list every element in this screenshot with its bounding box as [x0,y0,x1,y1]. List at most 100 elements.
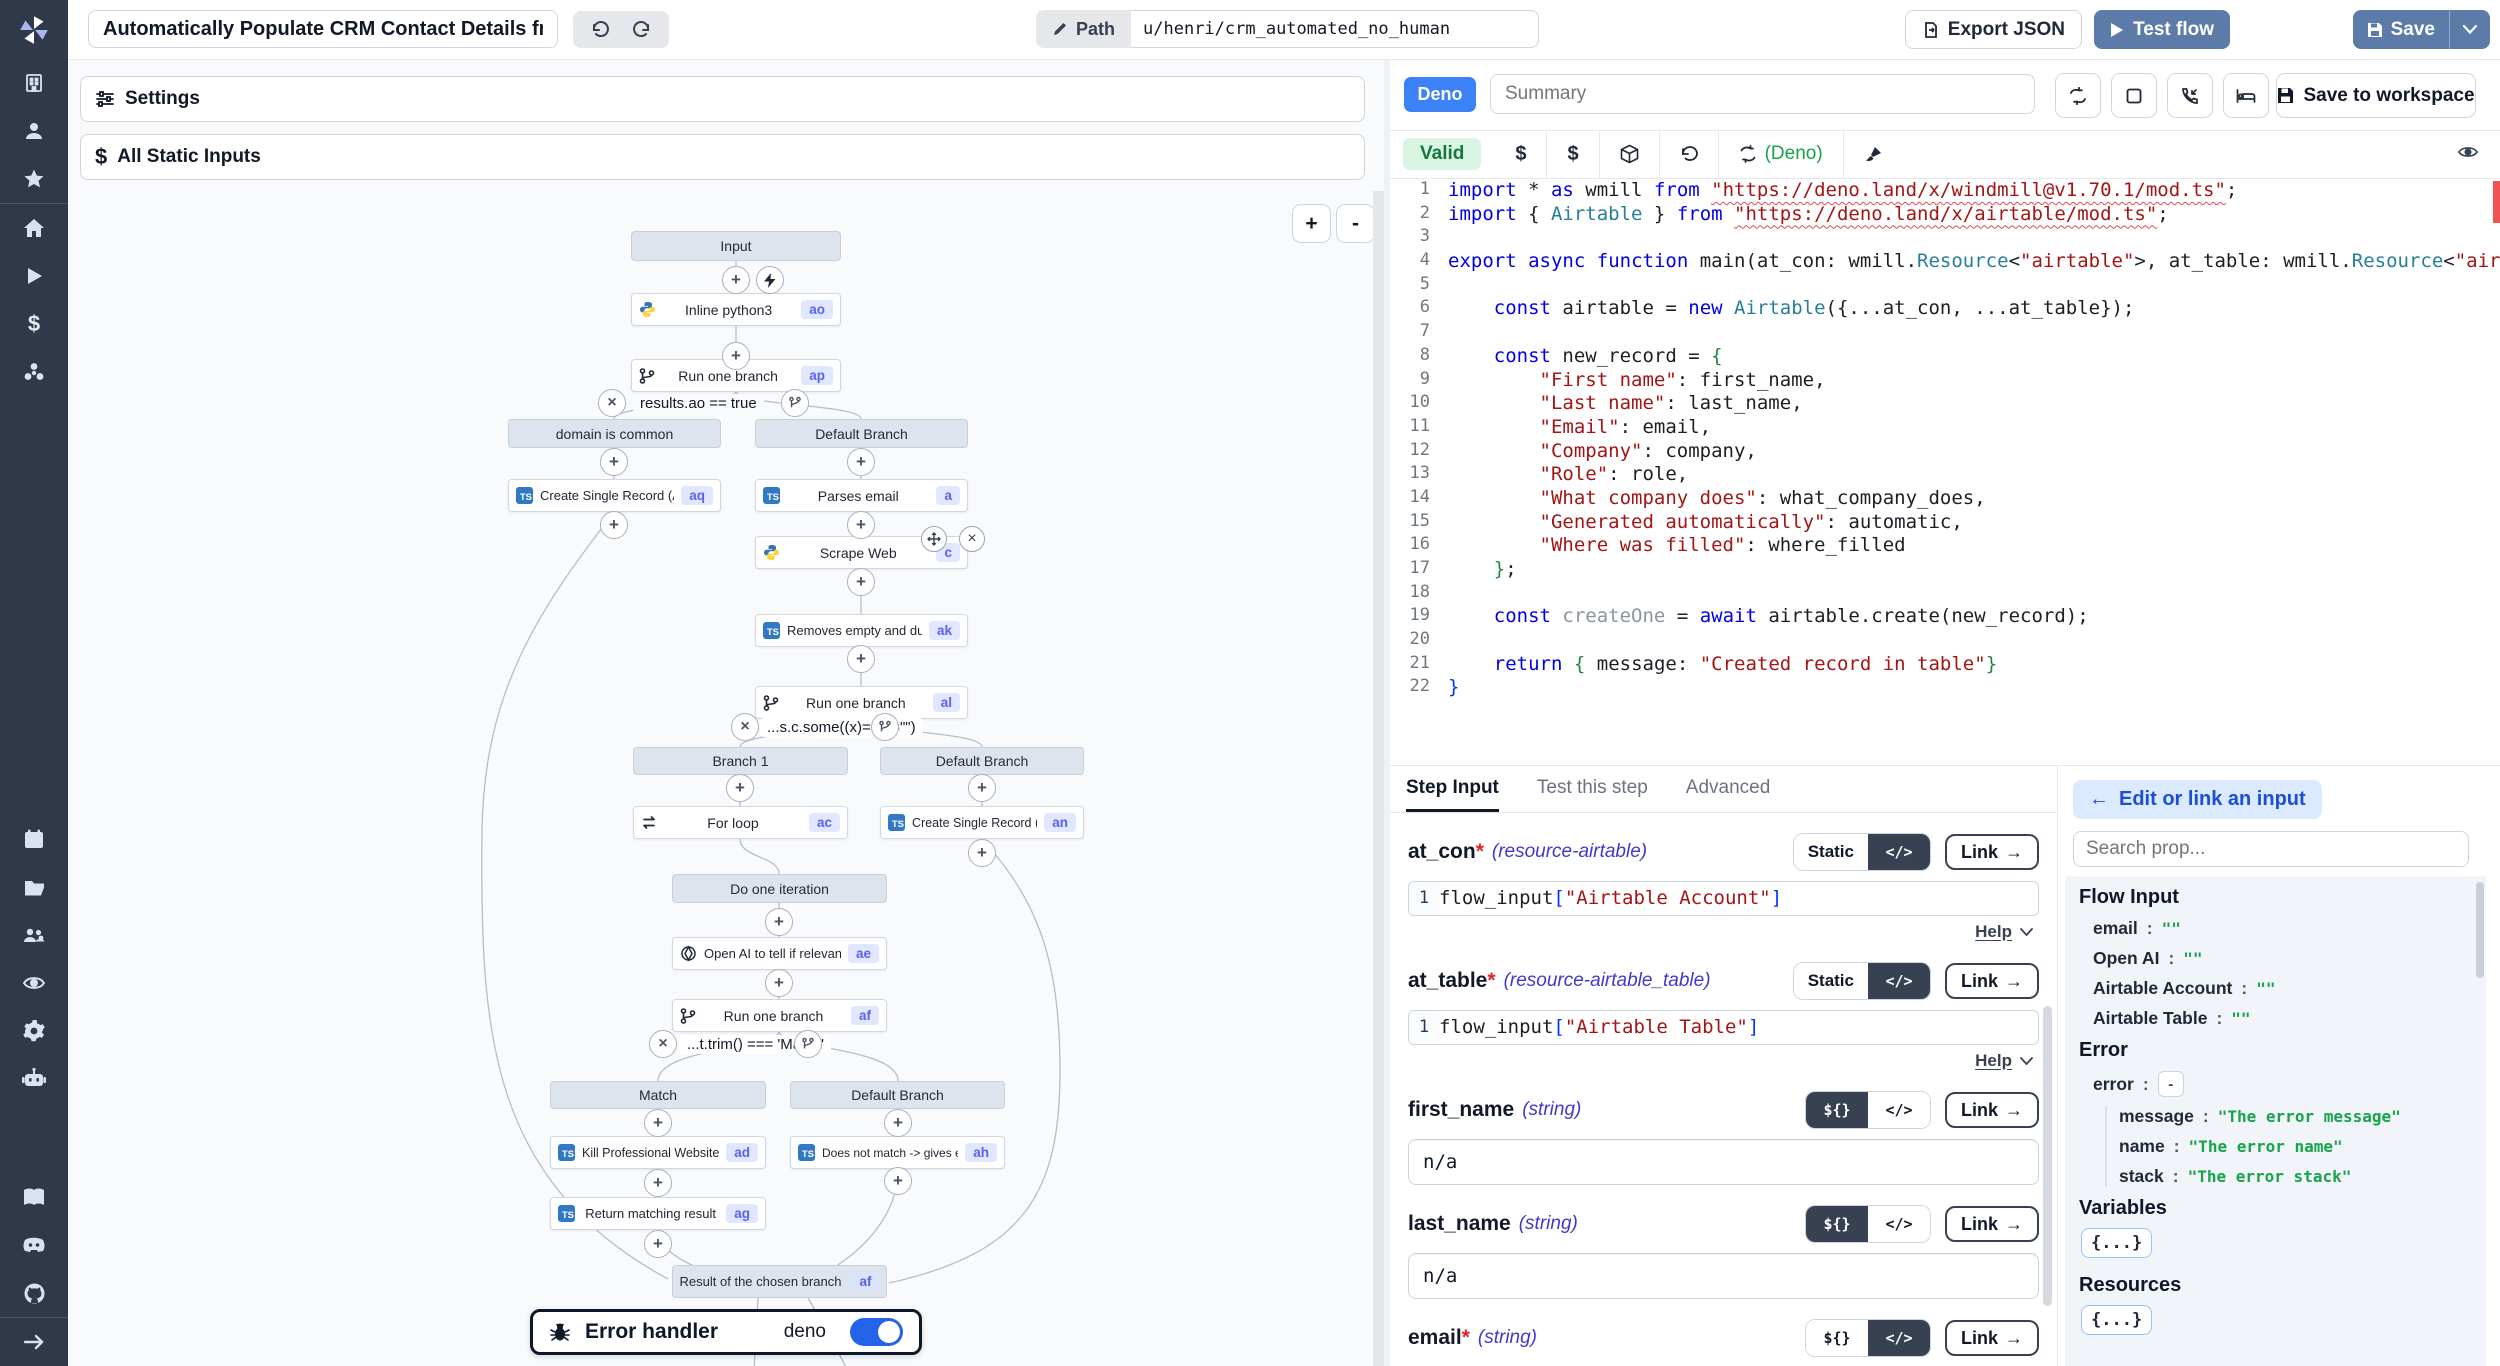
user-icon[interactable] [0,107,68,155]
node-kill-professional-websites[interactable]: TS Kill Professional Websites mentions a… [550,1136,766,1169]
language-badge[interactable]: Deno [1404,77,1476,112]
branch-header-match[interactable]: Match [550,1081,766,1109]
add-step-button[interactable]: + [884,1167,912,1195]
node-create-single-record-aq[interactable]: TS Create Single Record (Airtable) aq [508,479,721,512]
error-handler-toggle[interactable] [850,1318,903,1346]
prop-key[interactable]: Airtable Table [2093,1008,2207,1029]
prop-key[interactable]: name [2119,1136,2165,1157]
variables-object-button[interactable]: {...} [2081,1228,2152,1258]
workspace-icon[interactable] [0,59,68,107]
expr-editor-at-table[interactable]: 1flow_input["Airtable Table"] [1408,1010,2039,1045]
link-input-button[interactable]: Link→ [1945,1320,2039,1356]
undo-icon[interactable] [590,21,610,39]
value-input-first-name[interactable]: n/a [1408,1139,2039,1185]
package-cube-icon[interactable] [1599,130,1659,178]
chevron-down-icon[interactable] [2020,1057,2033,1065]
value-input-last-name[interactable]: n/a [1408,1253,2039,1299]
canvas-scrollbar[interactable] [1373,191,1384,1366]
runs-play-icon[interactable] [0,252,68,300]
flow-settings-bar[interactable]: Settings [80,76,1365,122]
zoom-in-button[interactable]: + [1292,204,1331,243]
template-mode-button[interactable]: ${} [1806,1320,1868,1356]
branch-header-domain-is-common[interactable]: domain is common [508,419,721,448]
groups-users-icon[interactable] [0,911,68,959]
discord-icon[interactable] [0,1221,68,1269]
add-step-button[interactable]: + [765,908,793,936]
node-openai-relevant-result[interactable]: Open AI to tell if relevant result ae [672,937,887,970]
add-step-button[interactable]: + [644,1230,672,1258]
zoom-out-button[interactable]: - [1336,204,1374,243]
step-panel-scrollbar[interactable] [2043,1006,2052,1306]
error-handler-bar[interactable]: Error handler deno [530,1309,922,1355]
node-return-matching-result[interactable]: TS Return matching result ag [550,1197,766,1230]
insert-resource-button[interactable]: $ [1546,130,1598,178]
static-mode-button[interactable]: Static [1794,834,1868,870]
link-input-button[interactable]: Link→ [1945,1092,2039,1128]
delete-node-icon[interactable]: × [959,526,985,552]
trigger-bolt-icon[interactable] [756,266,784,294]
link-input-button[interactable]: Link→ [1945,963,2039,999]
reset-undo-icon[interactable] [1659,130,1718,178]
chevron-down-icon[interactable] [2020,928,2033,936]
link-input-button[interactable]: Link→ [1945,834,2039,870]
branch-header-branch-1[interactable]: Branch 1 [633,747,848,775]
remove-branch-icon[interactable]: × [598,389,626,417]
insert-variable-button[interactable]: $ [1495,130,1546,178]
schedules-calendar-icon[interactable] [0,815,68,863]
code-mode-button[interactable]: </> [1868,1320,1930,1356]
node-does-not-match[interactable]: TS Does not match -> gives empty value a… [790,1136,1005,1169]
node-inline-python3[interactable]: Inline python3 ao [631,293,841,326]
resources-object-button[interactable]: {...} [2081,1305,2152,1335]
help-link[interactable]: Help [1975,922,2012,942]
add-step-button[interactable]: + [600,511,628,539]
node-run-one-branch-al[interactable]: Run one branch al [755,686,968,719]
node-removes-empty-duplicates[interactable]: TS Removes empty and duplicates ak [755,614,968,647]
windmill-logo[interactable] [0,0,68,59]
node-for-loop[interactable]: For loop ac [633,806,848,839]
save-to-workspace-button[interactable]: Save to workspace [2276,73,2476,118]
summary-input[interactable] [1490,74,2035,114]
tab-step-input[interactable]: Step Input [1406,766,1499,812]
branch-settings-icon[interactable] [871,713,899,741]
move-node-icon[interactable] [921,526,947,552]
tab-advanced[interactable]: Advanced [1686,766,1771,812]
add-step-button[interactable]: + [765,969,793,997]
prop-key[interactable]: Airtable Account [2093,978,2232,999]
settings-gear-icon[interactable] [0,1007,68,1055]
test-flow-button[interactable]: Test flow [2094,10,2230,49]
save-button[interactable]: Save [2353,10,2449,49]
branch-header-default-3[interactable]: Default Branch [790,1081,1005,1109]
remove-branch-icon[interactable]: × [649,1030,677,1058]
add-step-button[interactable]: + [726,774,754,802]
kill-button[interactable] [2111,73,2157,118]
search-prop-input[interactable] [2073,831,2469,867]
remove-branch-icon[interactable]: × [731,713,759,741]
add-step-button[interactable]: + [847,568,875,596]
swap-language-button[interactable] [2055,73,2101,118]
tab-test-this-step[interactable]: Test this step [1537,766,1648,812]
add-step-button[interactable]: + [884,1109,912,1137]
branch-settings-icon[interactable] [781,389,809,417]
code-mode-button[interactable]: </> [1868,1206,1930,1242]
add-step-button[interactable]: + [644,1109,672,1137]
audit-logs-eye-icon[interactable] [0,959,68,1007]
code-mode-button[interactable]: </> [1868,1092,1930,1128]
add-step-button[interactable]: + [600,448,628,476]
template-mode-button[interactable]: ${} [1806,1206,1868,1242]
help-link[interactable]: Help [1975,1051,2012,1071]
github-icon[interactable] [0,1269,68,1317]
favorites-star-icon[interactable] [0,155,68,203]
webhook-button[interactable] [2167,73,2213,118]
expr-editor-at-con[interactable]: 1flow_input["Airtable Account"] [1408,881,2039,916]
reload-assistant-button[interactable]: (Deno) [1718,130,1843,178]
branch-header-default-1[interactable]: Default Branch [755,419,968,448]
prop-scrollbar[interactable] [2476,882,2484,978]
format-brush-icon[interactable] [1843,130,1903,178]
add-step-button[interactable]: + [644,1169,672,1197]
sleep-button[interactable] [2223,73,2269,118]
add-step-button[interactable]: + [847,645,875,673]
collapse-button[interactable]: - [2158,1071,2184,1097]
link-input-button[interactable]: Link→ [1945,1206,2039,1242]
prop-key[interactable]: email [2093,918,2138,939]
code-mode-button[interactable]: </> [1868,963,1930,999]
